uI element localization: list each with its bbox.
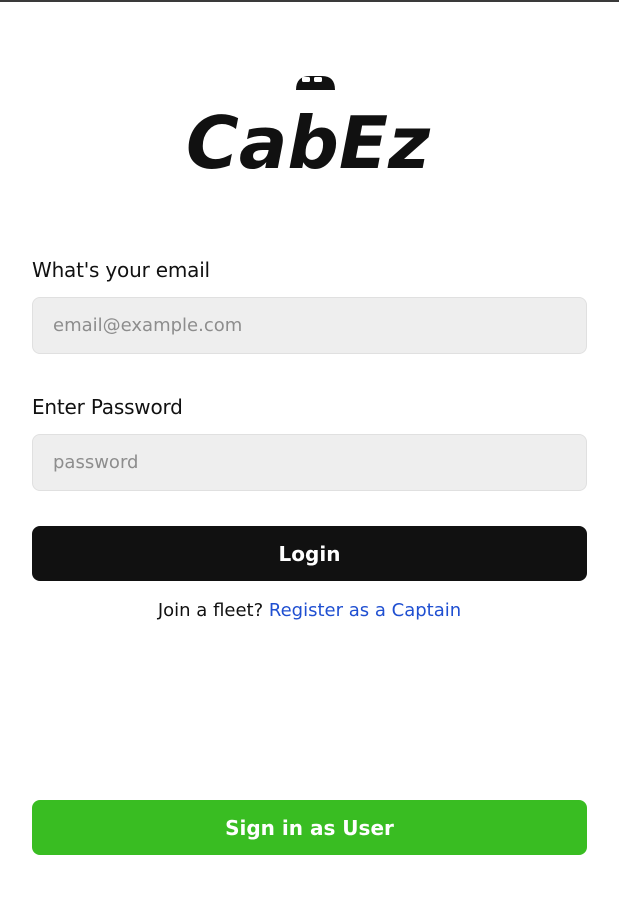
register-captain-link[interactable]: Register as a Captain — [269, 600, 461, 621]
login-button[interactable]: Login — [32, 526, 587, 581]
captain-login-page: CabEz What's your email Enter Password L… — [0, 0, 619, 906]
sign-in-as-user-button[interactable]: Sign in as User — [32, 800, 587, 855]
email-label: What's your email — [32, 258, 210, 282]
cabez-logo: CabEz — [184, 74, 434, 174]
car-silhouette-icon — [296, 76, 335, 90]
join-fleet-prompt: Join a fleet? — [157, 600, 264, 621]
password-label: Enter Password — [32, 395, 183, 419]
join-fleet-line: Join a fleet? Register as a Captain — [0, 600, 619, 621]
cabez-logo-graphic: CabEz — [186, 76, 431, 174]
logo-wordmark: CabEz — [186, 101, 431, 174]
password-input[interactable] — [32, 434, 587, 491]
email-input[interactable] — [32, 297, 587, 354]
